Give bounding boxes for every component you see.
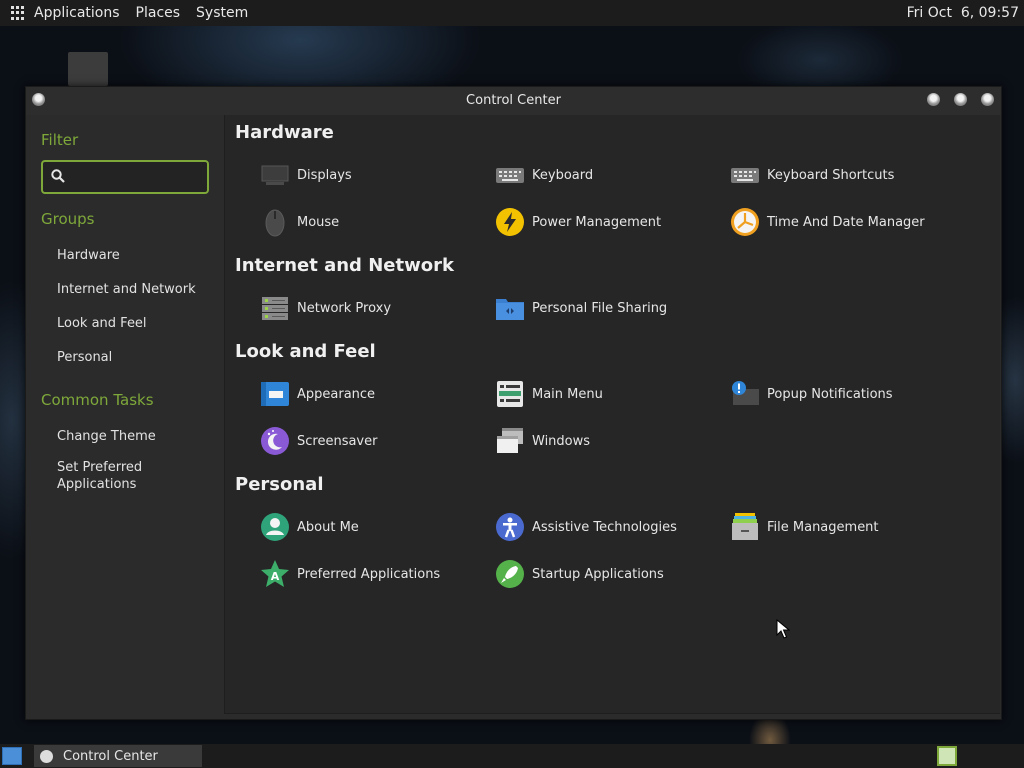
minimize-button[interactable] [927,93,940,106]
sidebar-item-look-and-feel[interactable]: Look and Feel [57,315,207,332]
item-about-me[interactable]: About Me [260,511,359,543]
apps-grid-icon[interactable] [11,6,25,20]
mouse-pointer-icon [776,619,790,639]
show-desktop-button[interactable] [2,747,22,765]
item-popup-notifications[interactable]: Popup Notifications [730,378,893,410]
common-tasks-heading: Common Tasks [41,391,154,409]
accessibility-icon [495,512,525,542]
main-menu-icon [495,379,525,409]
sidebar-item-hardware[interactable]: Hardware [57,247,207,264]
appearance-icon [260,379,290,409]
windows-icon [495,426,525,456]
filter-input[interactable] [73,166,205,188]
group-title-look-and-feel: Look and Feel [235,341,376,362]
svg-text:A: A [271,570,280,583]
item-keyboard-shortcuts[interactable]: Keyboard Shortcuts [730,159,894,191]
preferred-apps-icon: A [260,559,290,589]
clock-icon [730,207,760,237]
group-title-personal: Personal [235,474,324,495]
item-main-menu[interactable]: Main Menu [495,378,603,410]
group-title-internet-and-network: Internet and Network [235,255,454,276]
folder-share-icon [495,293,525,323]
close-button[interactable] [981,93,994,106]
item-file-management[interactable]: File Management [730,511,879,543]
task-set-preferred-applications[interactable]: Set Preferred Applications [57,459,167,493]
menu-places[interactable]: Places [136,5,181,21]
bottom-panel: Control Center [0,744,1024,768]
maximize-button[interactable] [954,93,967,106]
control-center-window: Control Center Filter Groups Hardware In… [25,86,1002,720]
network-proxy-icon [260,293,290,323]
window-titlebar[interactable]: Control Center [26,87,1001,115]
sidebar-item-personal[interactable]: Personal [57,349,207,366]
filter-search-box[interactable] [41,160,209,194]
panel-clock[interactable]: Fri Oct 6, 09:57 [907,5,1019,21]
top-panel: Applications Places System Fri Oct 6, 09… [0,0,1024,26]
item-power-management[interactable]: Power Management [495,206,661,238]
filter-heading: Filter [41,131,79,149]
item-screensaver[interactable]: Screensaver [260,425,377,457]
item-personal-file-sharing[interactable]: Personal File Sharing [495,292,667,324]
item-displays[interactable]: Displays [260,159,352,191]
taskbar-control-center[interactable]: Control Center [34,745,202,767]
control-center-icon [40,749,53,763]
sidebar: Filter Groups Hardware Internet and Netw… [26,115,222,717]
sidebar-item-internet-and-network[interactable]: Internet and Network [57,281,207,298]
item-assistive-technologies[interactable]: Assistive Technologies [495,511,677,543]
keyboard-icon [495,160,525,190]
item-preferred-applications[interactable]: A Preferred Applications [260,558,440,590]
item-keyboard[interactable]: Keyboard [495,159,593,191]
power-icon [495,207,525,237]
menu-applications[interactable]: Applications [34,5,120,21]
mouse-icon [260,207,290,237]
item-appearance[interactable]: Appearance [260,378,375,410]
item-startup-applications[interactable]: Startup Applications [495,558,664,590]
item-time-and-date-manager[interactable]: Time And Date Manager [730,206,925,238]
notification-icon [730,379,760,409]
desktop-monitor-icon[interactable] [68,52,108,86]
keyboard-shortcuts-icon [730,160,760,190]
user-icon [260,512,290,542]
file-cabinet-icon [730,512,760,542]
group-title-hardware: Hardware [235,122,334,143]
display-icon [260,160,290,190]
item-windows[interactable]: Windows [495,425,590,457]
rocket-icon [495,559,525,589]
workspace-switcher-icon[interactable] [937,746,957,766]
search-icon [51,169,65,183]
menu-system[interactable]: System [196,5,248,21]
screensaver-icon [260,426,290,456]
task-change-theme[interactable]: Change Theme [57,428,207,445]
window-title: Control Center [466,93,561,108]
groups-heading: Groups [41,210,95,228]
item-mouse[interactable]: Mouse [260,206,339,238]
item-network-proxy[interactable]: Network Proxy [260,292,391,324]
content-area: Hardware Displays Keyboard Keyboard Shor… [224,115,1000,714]
